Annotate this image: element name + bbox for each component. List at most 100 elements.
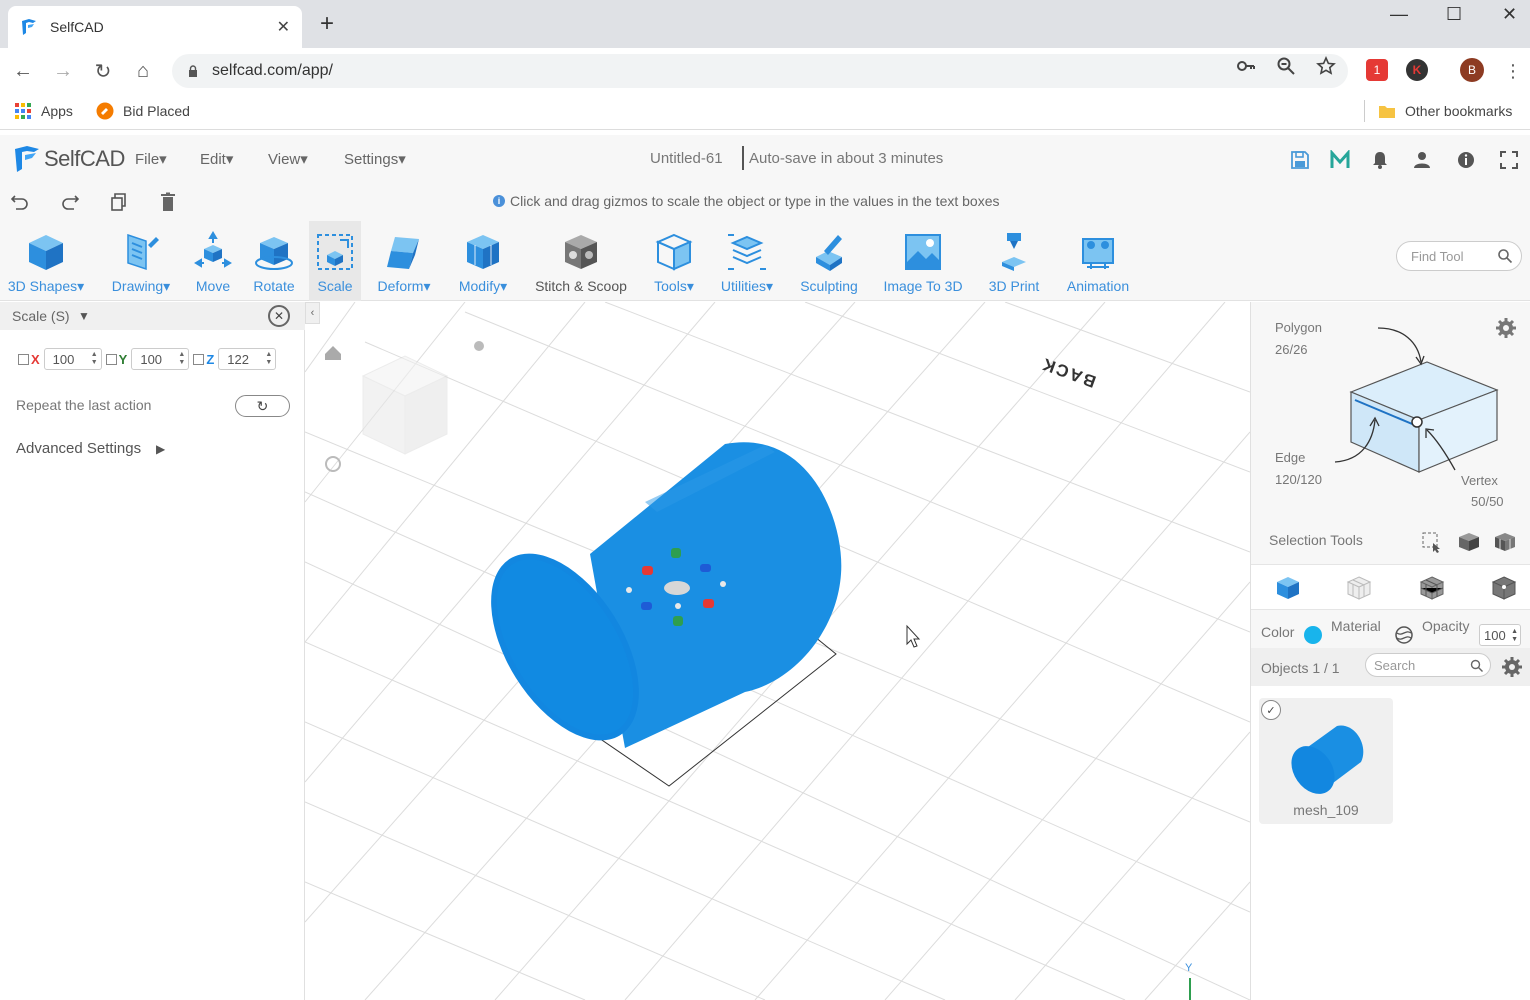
tool-utilities[interactable]: Utilities▾ <box>712 221 782 301</box>
scale-y-input[interactable]: 100 ▲ ▼ <box>131 348 190 370</box>
back-icon[interactable]: ← <box>10 58 36 84</box>
select-all-icon[interactable] <box>1457 531 1481 553</box>
document-title[interactable]: Untitled-61 <box>650 150 723 167</box>
extension-k-icon[interactable]: K <box>1406 59 1428 81</box>
bookmark-other[interactable]: Other bookmarks <box>1378 102 1512 120</box>
minimize-icon[interactable]: — <box>1390 4 1408 25</box>
panel-collapse-caret-icon[interactable]: ▼ <box>78 309 90 323</box>
tool-image-to-3d[interactable]: Image To 3D <box>876 221 970 301</box>
material-icon[interactable] <box>1394 625 1414 645</box>
objects-search-icon[interactable] <box>1470 659 1484 673</box>
axis-z-lock-checkbox[interactable] <box>193 353 205 365</box>
bookmark-apps[interactable]: Apps <box>14 102 73 120</box>
home-view-icon[interactable] <box>325 346 341 360</box>
light-icon[interactable] <box>474 341 484 351</box>
edge-mode-icon[interactable] <box>1419 575 1445 601</box>
opacity-label: Opacity <box>1422 618 1470 634</box>
url-field[interactable]: selfcad.com/app/ <box>172 54 1348 88</box>
gizmo-y-positive-handle[interactable] <box>671 548 681 558</box>
tab-close-icon[interactable]: ✕ <box>277 17 290 37</box>
zoom-icon[interactable] <box>1276 56 1296 76</box>
expand-arrow-icon[interactable]: ▶ <box>156 442 165 456</box>
menu-file[interactable]: File▾ <box>135 150 167 168</box>
browser-tab[interactable]: SelfCAD ✕ <box>8 6 302 48</box>
bookmark-other-label: Other bookmarks <box>1405 103 1513 119</box>
tool-rotate[interactable]: Rotate <box>246 221 302 301</box>
save-icon[interactable] <box>1290 150 1310 170</box>
tool-drawing[interactable]: Drawing▾ <box>104 221 178 301</box>
vertex-mode-icon[interactable] <box>1491 575 1517 601</box>
opacity-stepper[interactable]: ▲ ▼ <box>1511 628 1518 644</box>
light-settings-icon[interactable] <box>325 456 341 472</box>
scale-y-stepper[interactable]: ▲ ▼ <box>178 351 185 367</box>
collapse-panel-icon[interactable]: ‹ <box>305 302 320 324</box>
box-select-icon[interactable] <box>1421 531 1443 553</box>
reload-icon[interactable]: ↻ <box>90 58 116 84</box>
maximize-icon[interactable]: ☐ <box>1446 4 1462 25</box>
fullscreen-icon[interactable] <box>1499 150 1519 170</box>
tool-move[interactable]: Move <box>188 221 238 301</box>
panel-close-icon[interactable]: ✕ <box>268 305 290 327</box>
key-icon[interactable] <box>1236 56 1256 76</box>
user-account-icon[interactable] <box>1412 150 1432 170</box>
bookmark-bid-placed[interactable]: Bid Placed <box>96 102 190 120</box>
tool-3d-shapes[interactable]: 3D Shapes▾ <box>2 221 90 301</box>
advanced-settings-toggle[interactable]: Advanced Settings <box>16 440 141 457</box>
object-checkbox[interactable]: ✓ <box>1261 700 1281 720</box>
info-icon[interactable] <box>1456 150 1476 170</box>
bookmark-star-icon[interactable] <box>1316 56 1336 76</box>
tool-modify[interactable]: Modify▾ <box>450 221 516 301</box>
tool-stitch-scoop[interactable]: Stitch & Scoop <box>527 221 635 301</box>
tool-animation[interactable]: Animation <box>1058 221 1138 301</box>
menu-edit[interactable]: Edit▾ <box>200 150 233 168</box>
object-properties: Color Material Opacity 100 ▲ ▼ <box>1251 610 1530 648</box>
home-icon[interactable]: ⌂ <box>130 58 156 84</box>
profile-avatar[interactable]: B <box>1460 58 1484 82</box>
gizmo-x-positive-handle[interactable] <box>703 599 714 608</box>
window-close-icon[interactable]: ✕ <box>1502 4 1517 25</box>
scale-z-stepper[interactable]: ▲ ▼ <box>265 351 272 367</box>
copy-icon[interactable] <box>108 192 128 212</box>
tool-deform[interactable]: Deform▾ <box>368 221 440 301</box>
repeat-action-button[interactable]: ↻ <box>235 395 290 417</box>
scale-x-input[interactable]: 100 ▲ ▼ <box>43 348 102 370</box>
gizmo-x-negative-handle[interactable] <box>642 566 653 575</box>
tool-scale[interactable]: Scale <box>309 221 361 301</box>
selfcad-logo[interactable]: SelfCAD <box>12 144 125 174</box>
gizmo-z-negative-handle[interactable] <box>641 602 652 610</box>
color-swatch[interactable] <box>1304 626 1322 644</box>
opacity-input[interactable]: 100 ▲ ▼ <box>1479 624 1521 646</box>
viewport-canvas[interactable] <box>305 302 1250 1000</box>
find-tool-input[interactable]: Find Tool <box>1396 241 1522 271</box>
3d-viewport[interactable]: ‹ BACK Y <box>305 302 1250 1000</box>
browser-menu-icon[interactable]: ⋮ <box>1500 58 1526 84</box>
face-mode-icon[interactable] <box>1346 575 1372 601</box>
tool-modify-text: Modify <box>458 278 501 294</box>
objects-search-input[interactable]: Search <box>1365 653 1491 677</box>
objects-settings-gear-icon[interactable] <box>1501 656 1523 678</box>
object-mode-icon[interactable] <box>1275 575 1301 601</box>
scale-x-stepper[interactable]: ▲ ▼ <box>91 351 98 367</box>
forward-icon[interactable]: → <box>50 58 76 84</box>
notification-bell-icon[interactable] <box>1370 150 1390 170</box>
delete-icon[interactable] <box>158 192 178 212</box>
axis-y-lock-checkbox[interactable] <box>105 353 117 365</box>
gizmo-z-positive-handle[interactable] <box>700 564 711 572</box>
object-card[interactable]: ✓ mesh_109 <box>1259 698 1393 824</box>
tool-sculpting[interactable]: Sculpting <box>794 221 864 301</box>
view-cube[interactable] <box>361 355 449 455</box>
tool-3d-print[interactable]: 3D Print <box>982 221 1046 301</box>
myminifactory-icon[interactable] <box>1330 150 1350 170</box>
search-icon[interactable] <box>1497 248 1513 264</box>
menu-view[interactable]: View▾ <box>268 150 308 168</box>
menu-settings[interactable]: Settings▾ <box>344 150 406 168</box>
gizmo-y-negative-handle[interactable] <box>673 616 683 626</box>
undo-icon[interactable] <box>10 192 30 212</box>
new-tab-icon[interactable]: + <box>320 12 334 36</box>
tool-tools[interactable]: Tools▾ <box>646 221 702 301</box>
axis-x-lock-checkbox[interactable] <box>18 353 29 365</box>
redo-icon[interactable] <box>60 192 80 212</box>
invert-selection-icon[interactable] <box>1493 531 1517 553</box>
extension-icon[interactable]: 1 <box>1366 59 1388 81</box>
scale-z-input[interactable]: 122 ▲ ▼ <box>218 348 277 370</box>
